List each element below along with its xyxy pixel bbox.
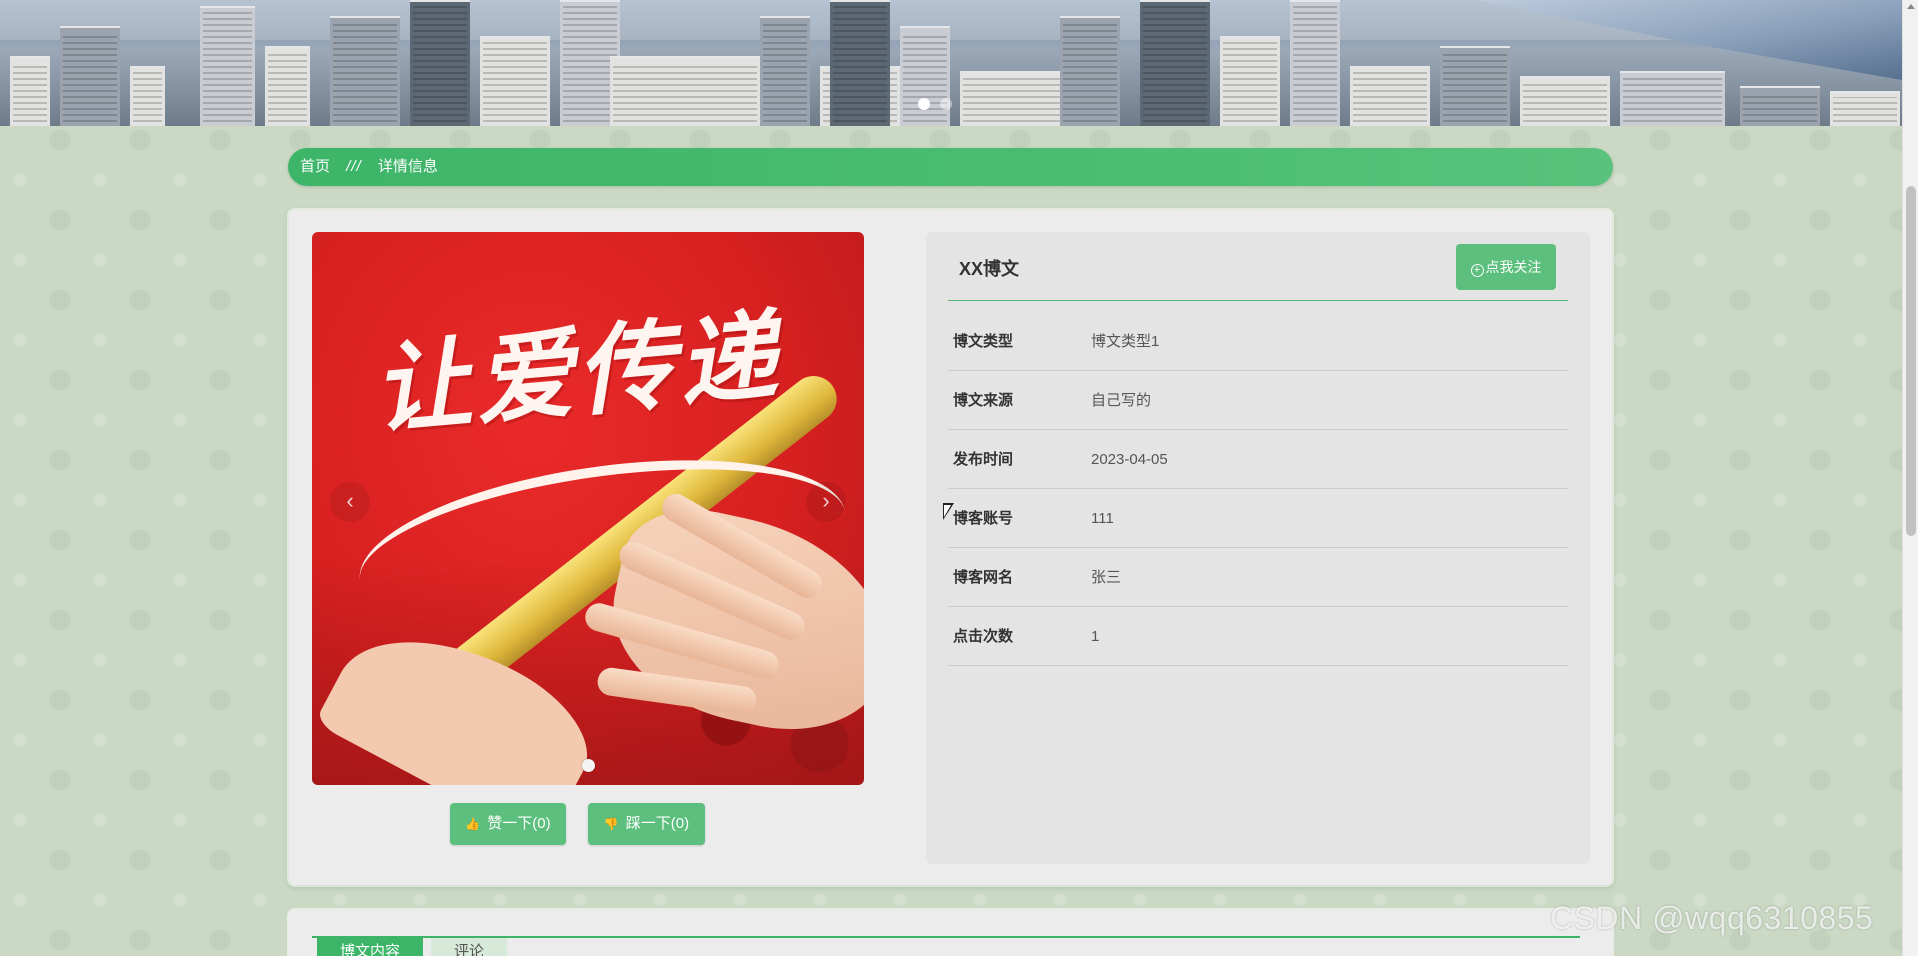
breadcrumb-home-link[interactable]: 首页 bbox=[300, 158, 330, 175]
breadcrumb: 首页 /// 详情信息 bbox=[288, 148, 1613, 186]
scroll-up-arrow-icon[interactable] bbox=[1907, 4, 1915, 9]
like-button-label: 赞一下(0) bbox=[487, 815, 551, 832]
carousel-slogan: 让爱传递 bbox=[368, 298, 785, 449]
info-label: 博客账号 bbox=[953, 510, 1014, 527]
info-row-clicks: 点击次数 1 bbox=[948, 608, 1568, 666]
carousel-next-button[interactable]: › bbox=[806, 482, 846, 522]
mouse-cursor-icon bbox=[943, 503, 954, 520]
carousel-indicator-dot[interactable] bbox=[582, 759, 595, 772]
info-label: 发布时间 bbox=[953, 451, 1014, 468]
tab-comments[interactable]: 评论 bbox=[431, 938, 507, 956]
like-button[interactable]: 👍 赞一下(0) bbox=[450, 803, 566, 845]
breadcrumb-separator: /// bbox=[346, 158, 362, 175]
dislike-button-label: 踩一下(0) bbox=[625, 815, 690, 832]
image-carousel[interactable]: 让爱传递 ‹ › bbox=[312, 232, 864, 785]
info-label: 博文来源 bbox=[953, 392, 1014, 409]
info-value: 自己写的 bbox=[1091, 392, 1152, 409]
plus-circle-icon: + bbox=[1470, 264, 1484, 277]
banner-dot-2[interactable] bbox=[940, 98, 952, 110]
post-title: XX博文 bbox=[959, 259, 1020, 279]
thumbs-down-icon: 👎 bbox=[603, 817, 619, 831]
info-value: 111 bbox=[1091, 510, 1114, 527]
follow-button-label: 点我关注 bbox=[1485, 259, 1542, 275]
info-label: 博文类型 bbox=[953, 333, 1014, 350]
breadcrumb-current: 详情信息 bbox=[377, 158, 438, 175]
info-row-nickname: 博客网名 张三 bbox=[948, 549, 1568, 607]
info-value: 2023-04-05 bbox=[1091, 451, 1168, 468]
dislike-button[interactable]: 👎 踩一下(0) bbox=[588, 803, 705, 845]
info-value: 1 bbox=[1091, 628, 1100, 645]
info-row-type: 博文类型 博文类型1 bbox=[948, 313, 1568, 371]
banner-indicator[interactable] bbox=[918, 98, 952, 110]
title-divider bbox=[948, 300, 1568, 301]
info-row-publish-time: 发布时间 2023-04-05 bbox=[948, 431, 1568, 489]
scrollbar-thumb[interactable] bbox=[1906, 186, 1916, 536]
top-banner-carousel bbox=[0, 0, 1902, 126]
follow-button[interactable]: + 点我关注 bbox=[1456, 244, 1556, 290]
thumbs-up-icon: 👍 bbox=[465, 817, 481, 831]
info-label: 点击次数 bbox=[953, 628, 1014, 645]
info-value: 博文类型1 bbox=[1091, 333, 1160, 350]
page-scrollbar[interactable] bbox=[1902, 0, 1918, 956]
info-label: 博客网名 bbox=[953, 569, 1014, 586]
watermark: CSDN @wqq6310855 bbox=[1550, 900, 1874, 936]
banner-dot-1[interactable] bbox=[918, 98, 930, 110]
info-row-account: 博客账号 111 bbox=[948, 490, 1568, 548]
carousel-prev-button[interactable]: ‹ bbox=[330, 482, 370, 522]
info-value: 张三 bbox=[1091, 569, 1122, 586]
info-row-source: 博文来源 自己写的 bbox=[948, 372, 1568, 430]
tab-content[interactable]: 博文内容 bbox=[317, 938, 423, 956]
